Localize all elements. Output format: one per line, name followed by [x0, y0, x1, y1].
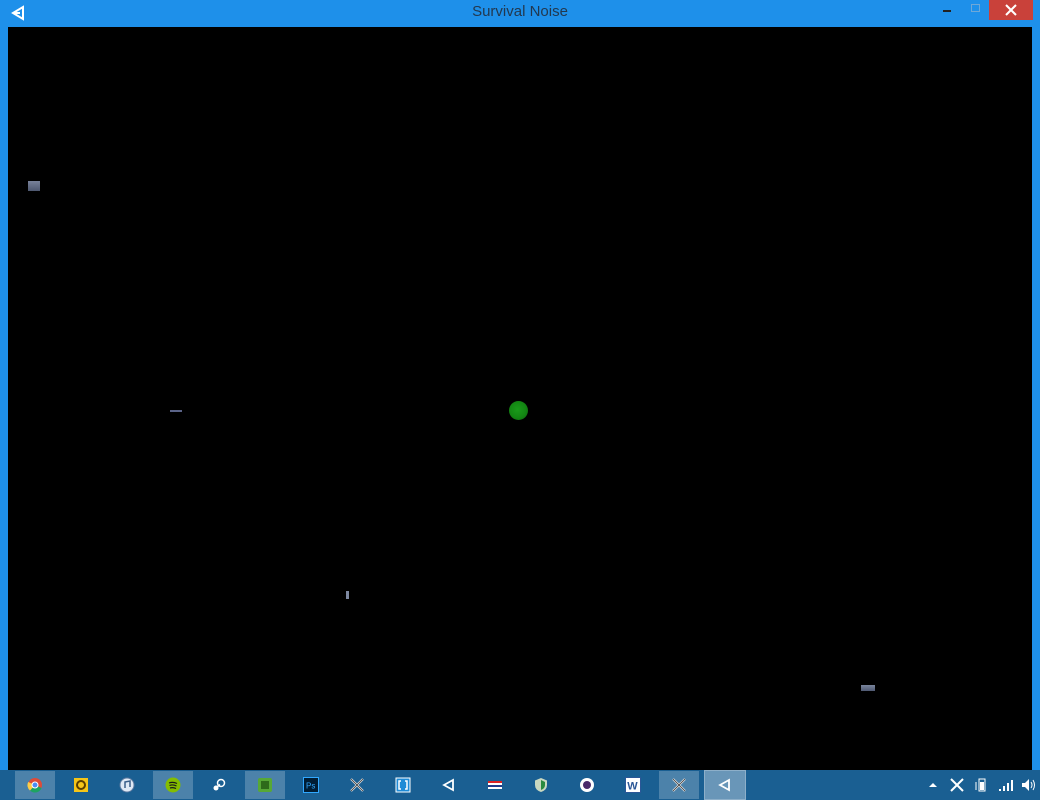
- battery-icon[interactable]: [974, 778, 990, 792]
- close-icon: [1005, 4, 1017, 16]
- chrome-icon: [27, 778, 42, 793]
- steam-icon: [213, 778, 226, 791]
- xsplit-icon: [350, 778, 364, 792]
- show-hidden-icons-arrow[interactable]: [928, 778, 938, 792]
- outlook-icon: [74, 778, 88, 792]
- xsplit-taskbar-button[interactable]: [337, 771, 377, 799]
- evernote-icon: [258, 778, 272, 792]
- flag-taskbar-button[interactable]: [475, 771, 515, 799]
- unity-icon: [718, 778, 730, 792]
- outlook-taskbar-button[interactable]: [61, 771, 101, 799]
- word-icon: W: [625, 777, 641, 793]
- game-object: [861, 685, 875, 691]
- unity-taskbar-button[interactable]: [429, 771, 469, 799]
- word-taskbar-button[interactable]: W: [613, 771, 653, 799]
- unity-icon: [442, 778, 454, 792]
- taskbar: Ps W: [0, 770, 1040, 800]
- close-button[interactable]: [989, 0, 1033, 20]
- photoshop-taskbar-button[interactable]: Ps: [291, 771, 331, 799]
- window-titlebar[interactable]: Survival Noise: [0, 0, 1040, 26]
- evernote-taskbar-button[interactable]: [245, 771, 285, 799]
- circle-app-taskbar-button[interactable]: [567, 771, 607, 799]
- shield-taskbar-button[interactable]: [521, 771, 561, 799]
- game-object: [346, 591, 349, 599]
- brackets-taskbar-button[interactable]: [383, 771, 423, 799]
- svg-text:W: W: [627, 781, 638, 793]
- flag-icon: [488, 781, 502, 789]
- steam-taskbar-button[interactable]: [199, 771, 239, 799]
- spotify-taskbar-button[interactable]: [153, 771, 193, 799]
- chrome-taskbar-button[interactable]: [15, 771, 55, 799]
- maximize-button[interactable]: [962, 0, 988, 20]
- shield-icon: [535, 778, 547, 792]
- minimize-button[interactable]: [934, 0, 960, 20]
- photoshop-icon: Ps: [303, 777, 319, 793]
- player-ball: [509, 401, 528, 420]
- game-viewport[interactable]: [8, 27, 1032, 770]
- itunes-icon: [119, 777, 135, 793]
- game-object: [28, 181, 40, 191]
- spotify-icon: [165, 777, 181, 793]
- unity-taskbar-button-active[interactable]: [704, 770, 746, 800]
- itunes-taskbar-button[interactable]: [107, 771, 147, 799]
- circle-app-icon: [580, 778, 594, 792]
- xsplit-taskbar-button[interactable]: [659, 771, 699, 799]
- brackets-icon: [395, 777, 411, 793]
- window-title: Survival Noise: [472, 3, 568, 20]
- volume-icon[interactable]: [1021, 778, 1037, 792]
- game-object: [170, 410, 182, 412]
- xsplit-tray-icon[interactable]: [949, 778, 965, 792]
- svg-text:Ps: Ps: [306, 782, 315, 791]
- xsplit-icon: [672, 778, 686, 792]
- signal-icon[interactable]: [998, 778, 1014, 792]
